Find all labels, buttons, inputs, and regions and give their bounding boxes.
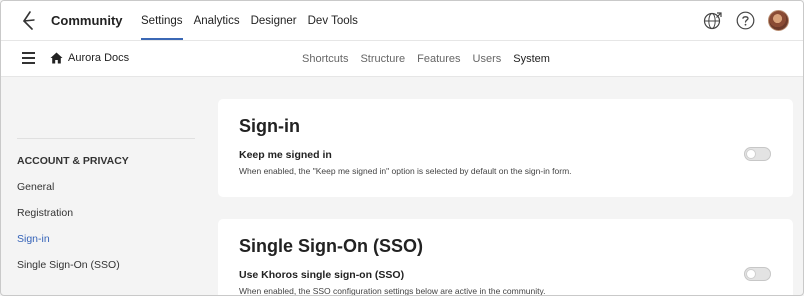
top-nav: Settings Analytics Designer Dev Tools [141,1,369,41]
top-nav-settings[interactable]: Settings [141,1,183,41]
section-title: Sign-in [239,116,300,136]
sub-nav: Shortcuts Structure Features Users Syste… [302,41,562,77]
sidebar-section-title: ACCOUNT & PRIVACY [17,155,129,167]
sidebar-item-general[interactable]: General [17,181,54,193]
sso-toggle[interactable] [744,267,771,281]
tab-system[interactable]: System [513,41,550,77]
keep-signed-in-toggle[interactable] [744,147,771,161]
tab-features[interactable]: Features [417,41,460,77]
top-bar: Community Settings Analytics Designer De… [1,1,803,41]
avatar[interactable] [768,10,789,31]
tab-shortcuts[interactable]: Shortcuts [302,41,348,77]
sidebar: ACCOUNT & PRIVACY General Registration S… [1,77,201,295]
sidebar-item-sso[interactable]: Single Sign-On (SSO) [17,259,120,271]
sign-in-section: Sign-in Keep me signed in When enabled, … [218,99,793,197]
help-icon[interactable] [736,11,755,30]
tab-structure[interactable]: Structure [360,41,405,77]
setting-label: Keep me signed in [239,149,332,161]
home-icon[interactable] [50,52,63,64]
breadcrumb[interactable]: Aurora Docs [68,52,129,64]
community-logo-icon[interactable] [19,11,37,31]
menu-icon[interactable] [22,52,35,64]
brand-name[interactable]: Community [51,13,123,28]
secondary-bar: Aurora Docs Shortcuts Structure Features… [1,41,803,77]
top-nav-dev-tools[interactable]: Dev Tools [308,1,358,41]
app-window: Community Settings Analytics Designer De… [0,0,804,296]
tab-users[interactable]: Users [473,41,502,77]
setting-description: When enabled, the SSO configuration sett… [239,286,546,296]
sso-section: Single Sign-On (SSO) Use Khoros single s… [218,219,793,296]
sidebar-item-registration[interactable]: Registration [17,207,73,219]
top-nav-analytics[interactable]: Analytics [194,1,240,41]
section-title: Single Sign-On (SSO) [239,236,423,256]
globe-icon[interactable] [703,11,723,31]
setting-description: When enabled, the "Keep me signed in" op… [239,166,572,176]
sidebar-divider [17,138,195,139]
setting-label: Use Khoros single sign-on (SSO) [239,269,405,281]
top-nav-designer[interactable]: Designer [251,1,297,41]
sidebar-item-sign-in[interactable]: Sign-in [17,233,50,245]
